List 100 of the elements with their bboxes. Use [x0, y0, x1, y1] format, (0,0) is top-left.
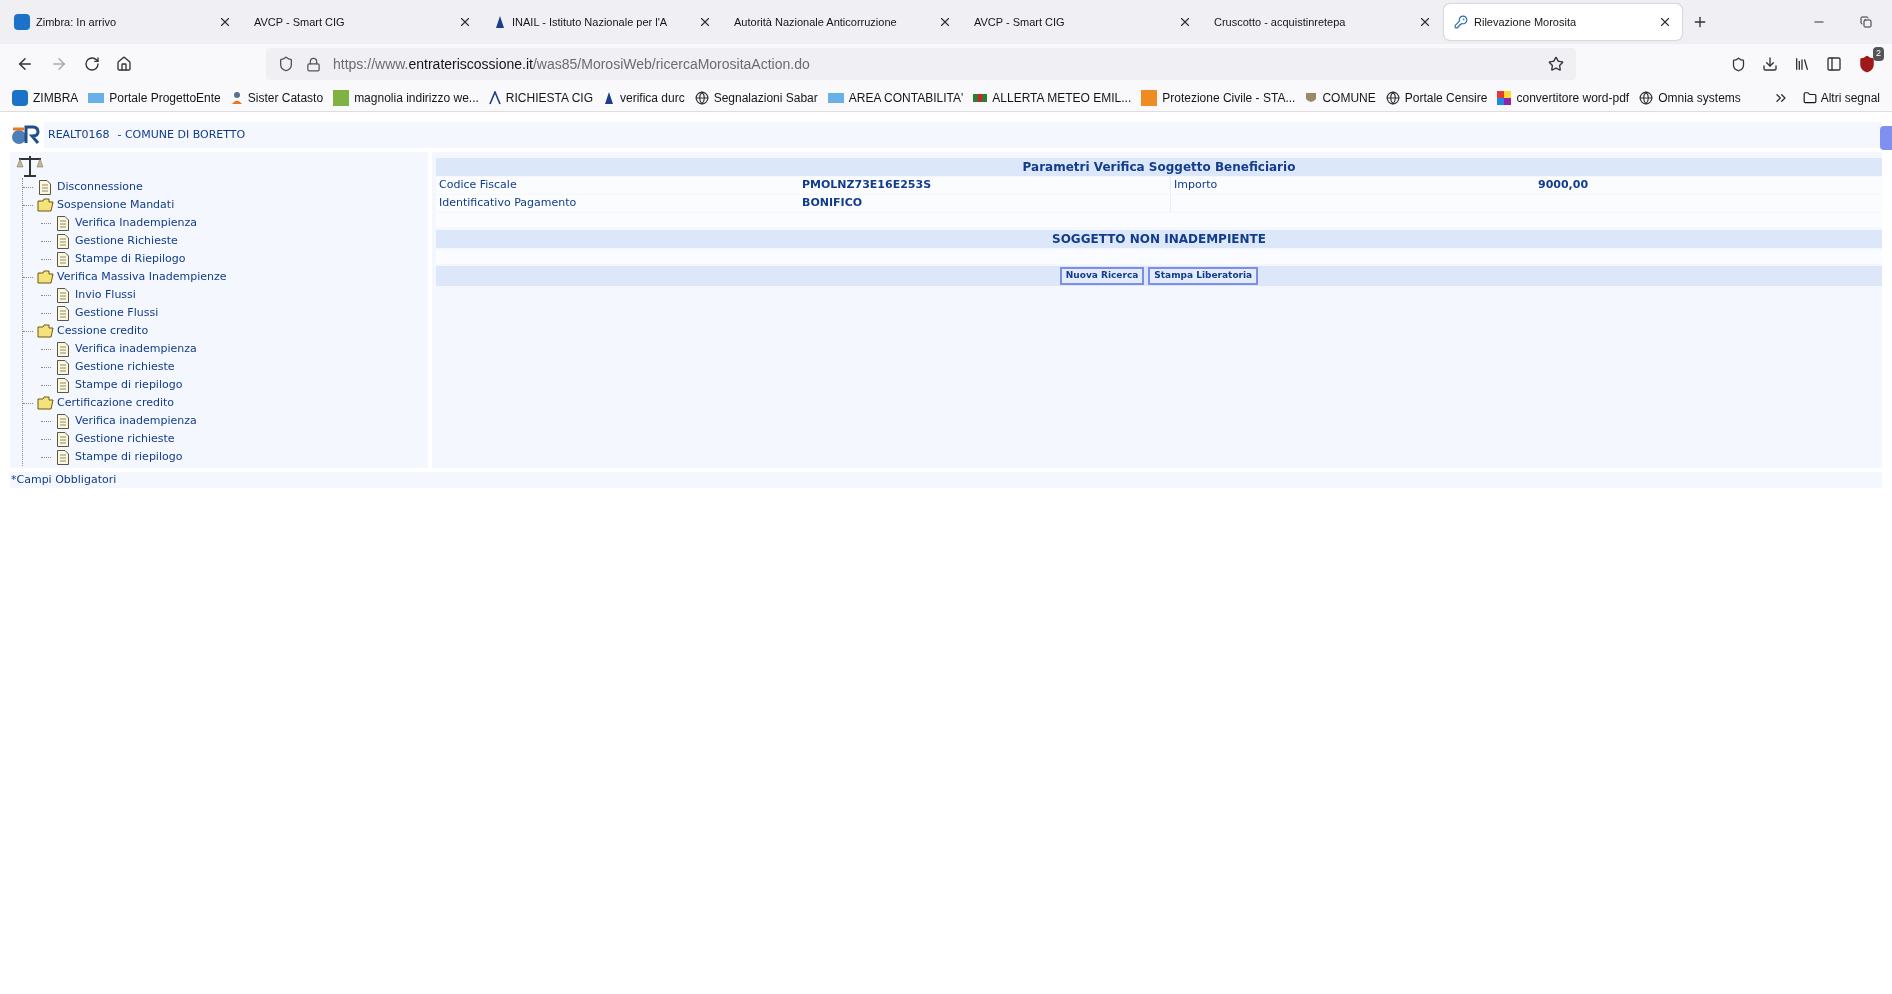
document-icon [57, 305, 69, 321]
reload-icon[interactable] [84, 56, 100, 72]
field-value: BONIFICO [802, 195, 864, 211]
color-grid-icon [1497, 90, 1512, 105]
tab-title: Cruscotto - acquistinretepa [1214, 14, 1346, 30]
field-label: Identificativo Pagamento [438, 195, 578, 211]
close-icon[interactable] [218, 15, 232, 29]
folder-icon [36, 198, 54, 212]
z-logo-icon [14, 14, 30, 30]
folder-icon [36, 396, 54, 410]
close-icon[interactable] [1658, 15, 1672, 29]
close-icon[interactable] [1418, 15, 1432, 29]
field-value: PMOLNZ73E16E253S [802, 177, 933, 193]
menu-link[interactable]: Gestione Richieste [75, 232, 178, 250]
new-tab-icon[interactable] [1692, 14, 1708, 30]
menu-link[interactable]: Verifica Massiva Inadempienze [57, 268, 227, 286]
restore-icon[interactable] [1860, 16, 1872, 28]
other-bookmarks[interactable]: Altri segnal [1802, 88, 1880, 107]
menu-link[interactable]: Gestione Flussi [75, 304, 159, 322]
field-label: Importo [1170, 177, 1538, 194]
home-icon[interactable] [116, 56, 132, 72]
document-icon [57, 233, 69, 249]
browser-tab[interactable]: INAIL - Istituto Nazionale per l'A [484, 4, 722, 40]
bookmark-item[interactable]: Protezione Civile - STA... [1141, 88, 1296, 107]
bookmark-item[interactable]: RICHIESTA CIG [488, 88, 593, 107]
bookmark-star-icon[interactable] [1548, 56, 1564, 72]
menu-link[interactable]: Sospensione Mandati [57, 196, 175, 214]
flag-icon [973, 91, 988, 104]
ksd-logo-icon [88, 92, 105, 103]
back-icon[interactable] [16, 55, 34, 73]
extension-icon[interactable] [1858, 55, 1876, 73]
tab-title: AVCP - Smart CIG [254, 14, 345, 30]
a-shape-icon [488, 90, 501, 105]
menu-link[interactable]: Verifica Inadempienza [75, 214, 197, 232]
magnolia-logo-icon [333, 89, 350, 106]
close-icon[interactable] [698, 15, 712, 29]
required-fields-note: *Campi Obbligatori [10, 472, 1882, 488]
lock-icon [306, 56, 321, 72]
bookmark-item[interactable]: magnolia indirizzo we... [333, 88, 479, 107]
bookmark-item[interactable]: convertitore word-pdf [1497, 88, 1630, 107]
close-icon[interactable] [458, 15, 472, 29]
entity-name: - COMUNE DI BORETTO [117, 126, 246, 143]
menu-link[interactable]: Stampe di riepilogo [75, 448, 183, 466]
action-button[interactable]: Nuova Ricerca [1059, 267, 1145, 285]
browser-tab[interactable]: AVCP - Smart CIG [244, 4, 482, 40]
sidebar-icon[interactable] [1826, 56, 1842, 72]
menu-link[interactable]: Verifica inadempienza [75, 340, 197, 358]
menu-link[interactable]: Stampe di Riepilogo [75, 250, 186, 268]
bookmark-item[interactable]: AREA CONTABILITA' [827, 88, 964, 107]
browser-tab[interactable]: Rilevazione Morosita [1444, 4, 1682, 40]
bookmark-item[interactable]: Segnalazioni Sabar [694, 88, 818, 107]
menu-link[interactable]: Certificazione credito [57, 394, 175, 412]
tab-title: Rilevazione Morosita [1474, 14, 1577, 30]
bookmark-item[interactable]: Sister Catasto [230, 88, 324, 107]
menu-link[interactable]: Stampe di riepilogo [75, 376, 183, 394]
browser-tab[interactable]: Cruscotto - acquistinretepa [1204, 4, 1442, 40]
library-icon[interactable] [1794, 56, 1810, 72]
menu-link[interactable]: Disconnessione [57, 178, 143, 196]
document-icon [57, 251, 69, 267]
bookmark-item[interactable]: ZIMBRA [12, 88, 79, 107]
close-icon[interactable] [938, 15, 952, 29]
browser-tab[interactable]: Zimbra: In arrivo [4, 4, 242, 40]
bookmark-item[interactable]: Portale ProgettoEnte [88, 88, 221, 107]
globe-icon [694, 90, 709, 105]
document-icon [57, 341, 69, 357]
browser-tab[interactable]: AVCP - Smart CIG [964, 4, 1202, 40]
document-icon [57, 449, 69, 465]
browser-tab[interactable]: Autorità Nazionale Anticorruzione [724, 4, 962, 40]
action-button[interactable]: Stampa Liberatoria [1148, 267, 1259, 285]
menu-link[interactable]: Invio Flussi [75, 286, 136, 304]
menu-link[interactable]: Gestione richieste [75, 430, 175, 448]
globe-icon [1639, 90, 1654, 105]
menu-link[interactable]: Cessione credito [57, 322, 149, 340]
field-label: Codice Fiscale [438, 177, 518, 193]
key-icon [1454, 15, 1468, 29]
flame-icon [494, 15, 506, 29]
document-icon [57, 287, 69, 303]
bookmark-item[interactable]: Omnia systems [1639, 88, 1741, 107]
tab-title: Autorità Nazionale Anticorruzione [734, 14, 897, 30]
user-code: REALT0168 [48, 126, 110, 143]
bookmark-item[interactable]: Portale Censire [1385, 88, 1488, 107]
address-bar[interactable]: https://www.entrateriscossione.it/was85/MorosiWeb/ricercaMorositaAction.do [266, 48, 1576, 80]
bookmark-item[interactable]: COMUNE [1305, 88, 1376, 107]
download-icon[interactable] [1762, 56, 1778, 72]
bookmark-item[interactable]: ALLERTA METEO EMIL... [973, 88, 1132, 107]
menu-link[interactable]: Verifica inadempienza [75, 412, 197, 430]
ksd-logo-icon [827, 92, 844, 103]
bookmark-item[interactable]: verifica durc [603, 88, 685, 107]
document-icon [57, 215, 69, 231]
document-icon [57, 431, 69, 447]
document-icon [57, 359, 69, 375]
close-icon[interactable] [1178, 15, 1192, 29]
er-logo-icon [10, 125, 40, 145]
menu-link[interactable]: Gestione richieste [75, 358, 175, 376]
z-logo-icon [12, 89, 28, 106]
field-value: 9000,00 [1538, 177, 1590, 193]
shield-icon [278, 56, 294, 72]
tab-title: Zimbra: In arrivo [36, 14, 117, 30]
person-icon [230, 90, 243, 105]
url-text: https://www.entrateriscossione.it/was85/MorosiWeb/ricercaMorositaAction.do [333, 54, 810, 74]
